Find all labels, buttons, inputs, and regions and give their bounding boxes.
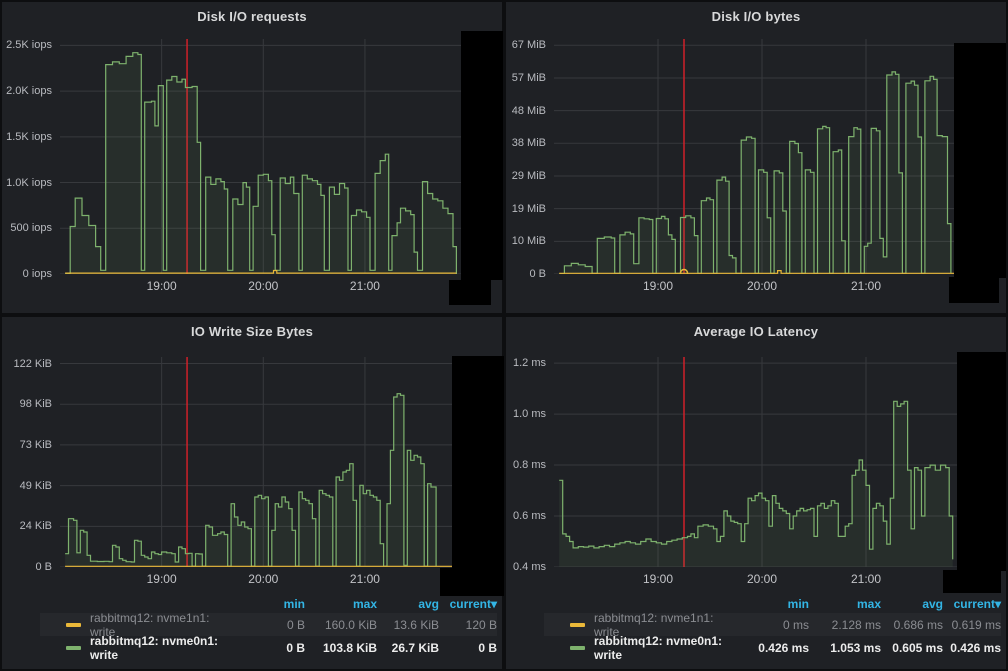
y-axis-tick-label: 1.0 ms <box>506 408 546 420</box>
chart-canvas[interactable] <box>60 357 492 567</box>
x-axis-tick-label: 20:00 <box>239 279 287 293</box>
legend-value-current: 0.426 ms <box>943 641 1001 655</box>
redaction-box <box>440 568 504 596</box>
y-axis-tick-label: 57 MiB <box>506 72 546 84</box>
redaction-box <box>949 277 999 303</box>
y-axis-tick-label: 0.8 ms <box>506 459 546 471</box>
chart-plot-area[interactable] <box>60 357 492 567</box>
series-color-swatch <box>570 646 585 650</box>
legend-value-max: 1.053 ms <box>809 641 881 655</box>
legend-value-min: 0 ms <box>735 618 809 632</box>
x-axis-tick-label: 19:00 <box>138 572 186 586</box>
y-axis-tick-label: 122 KiB <box>2 358 52 370</box>
legend-header-avg[interactable]: avg <box>881 597 943 611</box>
y-axis-tick-label: 38 MiB <box>506 137 546 149</box>
legend-row: rabbitmq12: nvme0n1: write0 B103.8 KiB26… <box>40 636 497 659</box>
chart-canvas[interactable] <box>554 39 996 274</box>
chart-canvas[interactable] <box>554 357 996 567</box>
y-axis-tick-label: 73 KiB <box>2 439 52 451</box>
legend-header-max[interactable]: max <box>305 597 377 611</box>
legend-header-current[interactable]: current▾ <box>439 597 497 611</box>
x-axis-tick-label: 21:00 <box>341 572 389 586</box>
legend-value-avg: 13.6 KiB <box>377 618 439 632</box>
x-axis-tick-label: 20:00 <box>738 572 786 586</box>
redaction-box <box>461 31 503 280</box>
y-axis-tick-label: 29 MiB <box>506 170 546 182</box>
x-axis-tick-label: 20:00 <box>738 279 786 293</box>
y-axis-tick-label: 2.5K iops <box>2 39 52 51</box>
series-color-swatch <box>66 623 81 627</box>
y-axis-tick-label: 67 MiB <box>506 39 546 51</box>
legend-value-current: 120 B <box>439 618 497 632</box>
y-axis-tick-label: 2.0K iops <box>2 85 52 97</box>
x-axis-tick-label: 21:00 <box>341 279 389 293</box>
redaction-box <box>957 352 1006 571</box>
series-area-green <box>65 53 456 274</box>
grafana-dashboard: Disk I/O requests 0 iops 500 iops 1.0K iop… <box>0 0 1008 671</box>
legend-row: rabbitmq12: nvme0n1: write0.426 ms1.053 … <box>544 636 1001 659</box>
y-axis-tick-label: 0.4 ms <box>506 561 546 573</box>
legend-value-current: 0.619 ms <box>943 618 1001 632</box>
legend-header-min[interactable]: min <box>735 597 809 611</box>
legend-table: minmaxavgcurrent▾rabbitmq12: nvme1n1: wr… <box>40 594 497 659</box>
x-axis-tick-label: 19:00 <box>138 279 186 293</box>
series-name: rabbitmq12: nvme0n1: write <box>90 634 231 662</box>
panel-disk-io-requests: Disk I/O requests 0 iops 500 iops 1.0K iop… <box>2 2 502 313</box>
legend-value-max: 2.128 ms <box>809 618 881 632</box>
legend-header-max[interactable]: max <box>809 597 881 611</box>
y-axis-tick-label: 500 iops <box>2 222 52 234</box>
x-axis-tick-label: 21:00 <box>842 279 890 293</box>
panel-title[interactable]: Average IO Latency <box>506 324 1006 339</box>
legend-header-current[interactable]: current▾ <box>943 597 1001 611</box>
legend-value-min: 0 B <box>231 618 305 632</box>
y-axis-tick-label: 19 MiB <box>506 203 546 215</box>
redaction-box <box>954 43 1006 278</box>
y-axis-tick-label: 24 KiB <box>2 520 52 532</box>
series-color-swatch <box>66 646 81 650</box>
panel-io-write-size-bytes: IO Write Size Bytes minmaxavgcurrent▾rab… <box>2 317 502 669</box>
x-axis-tick-label: 20:00 <box>239 572 287 586</box>
y-axis-tick-label: 0 B <box>2 561 52 573</box>
y-axis-tick-label: 0.6 ms <box>506 510 546 522</box>
legend-series-label[interactable]: rabbitmq12: nvme0n1: write <box>544 634 735 662</box>
redaction-box <box>943 570 1001 593</box>
legend-header-min[interactable]: min <box>231 597 305 611</box>
y-axis-tick-label: 1.0K iops <box>2 177 52 189</box>
y-axis-tick-label: 49 KiB <box>2 480 52 492</box>
panel-disk-io-bytes: Disk I/O bytes 0 B 10 MiB 19 MiB 29 MiB 38 M… <box>506 2 1006 313</box>
chart-plot-area[interactable] <box>60 39 492 274</box>
panel-title[interactable]: IO Write Size Bytes <box>2 324 502 339</box>
y-axis-tick-label: 1.5K iops <box>2 131 52 143</box>
y-axis-tick-label: 98 KiB <box>2 398 52 410</box>
y-axis-tick-label: 0 B <box>506 268 546 280</box>
legend-value-current: 0 B <box>439 641 497 655</box>
legend-value-max: 160.0 KiB <box>305 618 377 632</box>
x-axis-tick-label: 19:00 <box>634 279 682 293</box>
legend-value-avg: 26.7 KiB <box>377 641 439 655</box>
y-axis-tick-label: 10 MiB <box>506 235 546 247</box>
series-name: rabbitmq12: nvme0n1: write <box>594 634 735 662</box>
legend-series-label[interactable]: rabbitmq12: nvme0n1: write <box>40 634 231 662</box>
legend-value-avg: 0.605 ms <box>881 641 943 655</box>
chart-canvas[interactable] <box>60 39 492 274</box>
legend-value-min: 0.426 ms <box>735 641 809 655</box>
panel-title[interactable]: Disk I/O requests <box>2 9 502 24</box>
legend-header-avg[interactable]: avg <box>377 597 439 611</box>
y-axis-tick-label: 48 MiB <box>506 105 546 117</box>
chart-plot-area[interactable] <box>554 357 996 567</box>
redaction-box <box>452 356 504 569</box>
x-axis-tick-label: 19:00 <box>634 572 682 586</box>
legend-value-max: 103.8 KiB <box>305 641 377 655</box>
legend-table: minmaxavgcurrent▾rabbitmq12: nvme1n1: wr… <box>544 594 1001 659</box>
panel-average-io-latency: Average IO Latency minmaxavgcurrent▾rabb… <box>506 317 1006 669</box>
redaction-box <box>449 280 491 305</box>
series-color-swatch <box>570 623 585 627</box>
legend-value-avg: 0.686 ms <box>881 618 943 632</box>
chart-plot-area[interactable] <box>554 39 996 274</box>
x-axis-tick-label: 21:00 <box>842 572 890 586</box>
y-axis-tick-label: 0 iops <box>2 268 52 280</box>
panel-title[interactable]: Disk I/O bytes <box>506 9 1006 24</box>
y-axis-tick-label: 1.2 ms <box>506 357 546 369</box>
legend-value-min: 0 B <box>231 641 305 655</box>
